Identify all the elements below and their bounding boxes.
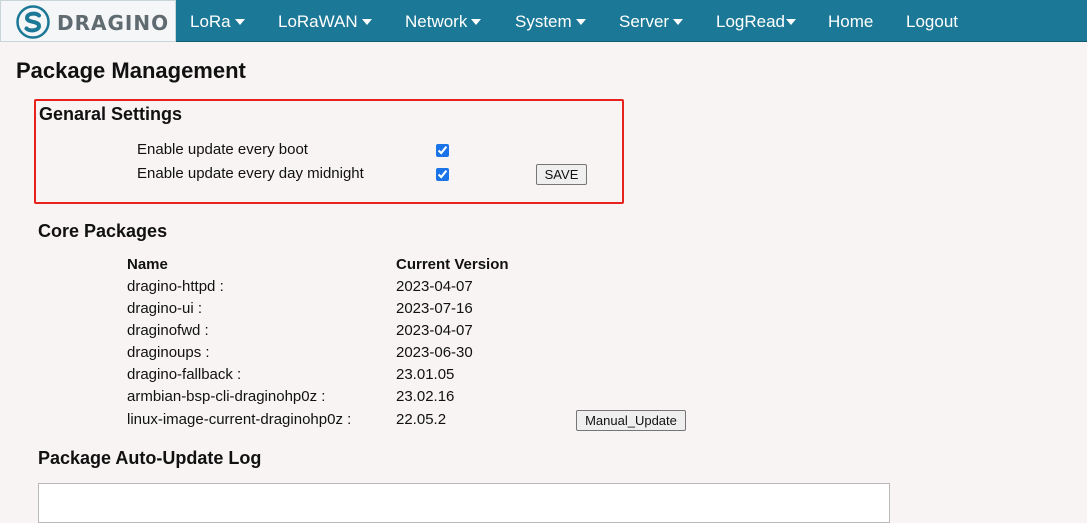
nav-server[interactable]: Server [619,0,684,42]
dragino-s-logo-icon [16,5,50,39]
nav-logout-label: Logout [906,12,958,31]
top-navbar: DRAGINO LoRa LoRaWAN Network System Serv… [0,0,1087,42]
page-title: Package Management [16,58,246,83]
nav-system[interactable]: System [515,0,586,42]
nav-logread[interactable]: LogRead [716,0,797,42]
package-version: 2023-06-30 [396,344,473,361]
nav-logout[interactable]: Logout [906,0,958,42]
auto-update-log-textarea[interactable] [38,483,890,523]
package-version: 22.05.2 [396,411,447,428]
column-header-current-version: Current Version [396,256,509,273]
package-name: dragino-ui : [127,300,203,317]
package-name: dragino-fallback : [127,366,242,383]
nav-lorawan[interactable]: LoRaWAN [278,0,372,42]
package-name: draginoups : [127,344,210,361]
nav-network[interactable]: Network [405,0,482,42]
nav-lora[interactable]: LoRa [190,0,245,42]
chevron-down-icon [786,19,797,25]
manual-update-button[interactable]: Manual_Update [576,410,686,431]
package-version: 23.01.05 [396,366,455,383]
nav-home-label: Home [828,12,874,31]
nav-lorawan-label: LoRaWAN [278,12,358,31]
nav-lora-label: LoRa [190,12,231,31]
general-settings-title: Genaral Settings [39,104,183,124]
chevron-down-icon [361,19,372,25]
nav-network-label: Network [405,12,468,31]
update-every-boot-label: Enable update every boot [137,141,308,158]
update-every-midnight-checkbox[interactable] [436,168,449,181]
update-every-boot-checkbox[interactable] [436,144,449,157]
chevron-down-icon [471,19,482,25]
package-name: dragino-httpd : [127,278,224,295]
nav-logread-label: LogRead [716,12,786,31]
chevron-down-icon [234,19,245,25]
package-name: linux-image-current-draginohp0z : [127,411,352,428]
package-version: 23.02.16 [396,388,455,405]
chevron-down-icon [575,19,586,25]
package-name: armbian-bsp-cli-draginohp0z : [127,388,326,405]
save-button[interactable]: SAVE [536,164,587,185]
package-version: 2023-07-16 [396,300,473,317]
package-name: draginofwd : [127,322,209,339]
nav-home[interactable]: Home [828,0,873,42]
core-packages-title: Core Packages [38,221,168,241]
chevron-down-icon [673,19,684,25]
package-version: 2023-04-07 [396,278,473,295]
package-version: 2023-04-07 [396,322,473,339]
logo-text: DRAGINO [57,11,170,35]
nav-server-label: Server [619,12,670,31]
update-every-midnight-label: Enable update every day midnight [137,165,364,182]
column-header-name: Name [127,256,168,273]
brand-logo[interactable]: DRAGINO [0,0,176,42]
auto-update-log-title: Package Auto-Update Log [38,448,262,468]
nav-system-label: System [515,12,572,31]
